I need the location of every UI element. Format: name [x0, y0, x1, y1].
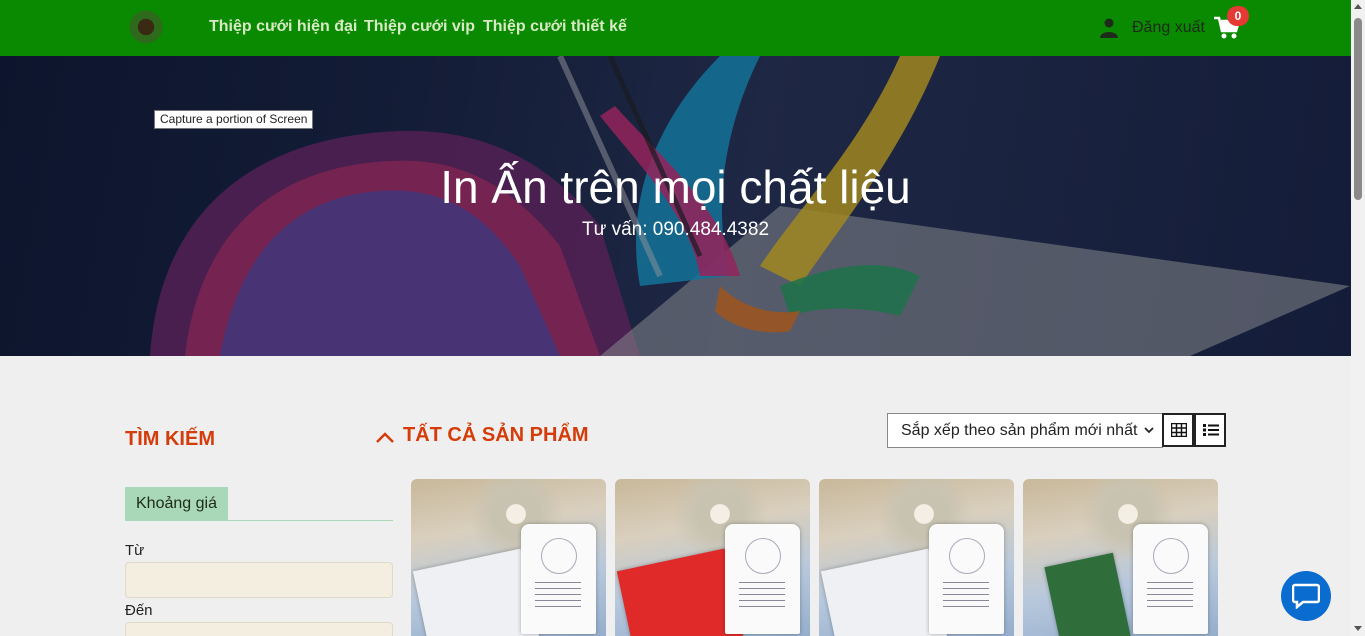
grid-icon — [1171, 423, 1187, 437]
envelope — [1044, 552, 1132, 636]
price-to-input[interactable] — [125, 622, 393, 636]
nav-designed-invitations[interactable]: Thiệp cưới thiết kế — [483, 18, 627, 36]
product-card[interactable] — [819, 479, 1014, 636]
invitation-card — [725, 524, 800, 634]
list-view-button[interactable] — [1194, 413, 1226, 447]
chat-bubble-icon — [1292, 583, 1320, 609]
nav-modern-invitations[interactable]: Thiệp cưới hiện đại — [209, 18, 357, 36]
cart-count-badge: 0 — [1227, 6, 1249, 26]
scroll-down-arrow-icon[interactable] — [1354, 626, 1362, 631]
hero-banner: Capture a portion of Screen In Ấn trên m… — [0, 56, 1351, 356]
invitation-card — [929, 524, 1004, 634]
price-from-label: Từ — [125, 542, 145, 559]
list-icon — [1203, 424, 1219, 436]
chevron-up-icon[interactable] — [375, 430, 395, 444]
price-to-label: Đến — [125, 602, 153, 619]
product-card[interactable] — [615, 479, 810, 636]
sort-selected-value: Sắp xếp theo sản phẩm mới nhất — [901, 422, 1138, 439]
price-from-input[interactable] — [125, 562, 393, 598]
hero-subtitle: Tư vấn: 090.484.4382 — [581, 219, 770, 240]
invitation-card — [521, 524, 596, 634]
page-scrollbar[interactable] — [1351, 0, 1365, 636]
chat-button[interactable] — [1281, 571, 1331, 621]
product-card[interactable] — [411, 479, 606, 636]
search-title: TÌM KIẾM — [125, 428, 215, 450]
sort-select[interactable]: Sắp xếp theo sản phẩm mới nhất — [887, 413, 1163, 448]
screen-capture-tooltip: Capture a portion of Screen — [154, 110, 314, 129]
grid-view-button[interactable] — [1162, 413, 1194, 447]
top-navbar: Thiệp cưới hiện đại Thiệp cưới vip Thiệp… — [0, 0, 1351, 56]
hero-title: In Ấn trên mọi chất liệu — [440, 161, 911, 213]
scrollbar-thumb[interactable] — [1354, 18, 1362, 200]
invitation-card — [1133, 524, 1208, 634]
nav-vip-invitations[interactable]: Thiệp cưới vip — [364, 18, 475, 36]
site-logo[interactable] — [125, 10, 167, 44]
price-range-tab[interactable]: Khoảng giá — [125, 487, 228, 520]
all-products-title: TẤT CẢ SẢN PHẨM — [403, 424, 589, 446]
product-card[interactable] — [1023, 479, 1218, 636]
price-tab-divider — [125, 520, 393, 521]
logout-link[interactable]: Đăng xuất — [1132, 19, 1205, 37]
scroll-up-arrow-icon[interactable] — [1354, 4, 1362, 9]
chevron-down-icon — [1144, 427, 1154, 434]
user-icon[interactable] — [1100, 18, 1118, 38]
